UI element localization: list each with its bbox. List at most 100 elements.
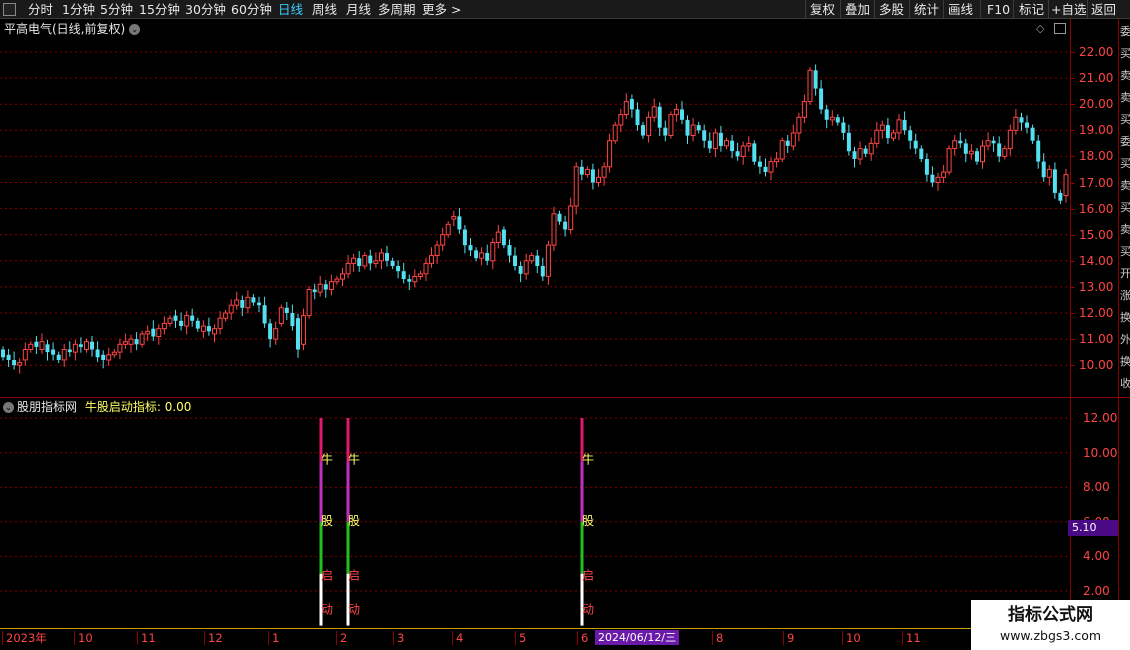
candle-body [273,328,279,340]
candle-body [763,166,768,172]
candle [757,155,762,174]
candle-body [17,362,23,366]
quote-side-char: 卖 [1120,179,1130,192]
candle [128,334,134,353]
price-tick-label: 15.00 [1079,227,1114,242]
price-tick-label: 13.00 [1079,279,1114,294]
candle [195,317,200,332]
candle [879,120,885,139]
candle-body [857,148,863,160]
signal-char: 牛 [321,451,333,466]
candle [323,279,328,298]
candle-body [696,125,701,131]
candle-body [968,150,974,155]
candle [39,333,45,354]
main-grid [0,51,1070,366]
candle [919,145,924,163]
candle-body [612,124,618,142]
chevron-down-icon[interactable]: ⌄ [3,402,14,413]
indicator-side-strip [1118,398,1130,628]
candle-body [746,142,752,147]
candle-body [78,344,83,347]
indicator-grid [0,417,1070,592]
candle [179,312,184,331]
candle [412,269,418,288]
indicator-marker-label: 5.10 [1068,520,1118,536]
candle [268,319,273,348]
pane-divider[interactable] [0,397,1130,398]
candle-body [284,307,289,313]
candle-body [651,106,657,118]
candle-body [513,255,517,266]
price-tick-label: 14.00 [1079,253,1114,268]
candle-body [680,109,684,120]
chart-canvas: 牛股启动牛股启动牛股启动 [0,51,1070,626]
candle-body [257,302,261,306]
candle [474,247,479,262]
candle [997,136,1002,163]
candle [885,118,890,144]
indicator-axis: 12.0010.008.006.004.002.00 [1070,398,1118,628]
candle [296,313,300,358]
candle [490,238,496,270]
candle-body [72,343,78,353]
signal-char: 动 [321,603,333,617]
candle [200,320,206,339]
quote-side-char: 卖 [1120,91,1130,104]
candle [262,296,267,328]
candle [417,270,423,280]
date-tick-label: 11 [137,631,156,645]
candle-body [1063,174,1069,197]
candle-body [217,317,223,330]
candle [1019,112,1024,131]
candle-body [819,88,824,110]
candle [390,257,395,270]
candle [724,137,729,150]
candle-body [179,320,184,326]
candle [807,67,813,105]
signal-char: 动 [582,603,594,617]
quote-side-char: 委 [1120,25,1130,38]
candle [568,197,574,234]
candle-body [262,305,267,324]
candle-body [668,114,674,136]
candle-body [813,70,818,89]
candle-body [134,339,139,345]
candle [563,215,568,237]
candle [507,239,512,263]
signal-segment [580,461,584,522]
candle [696,121,701,134]
candle-body [156,328,162,338]
candle [623,93,629,120]
candle [257,296,261,313]
candle-body [507,245,512,256]
candle-body [429,255,434,264]
candle [813,64,818,96]
candle [852,146,857,168]
price-tick-label: 17.00 [1079,175,1114,190]
candle-body [980,145,985,163]
price-tick-label: 21.00 [1079,71,1114,86]
candle [440,227,446,251]
candle [529,252,535,264]
candle [306,286,312,319]
candle-body [457,216,462,230]
candle-body [128,338,134,345]
candle [228,299,234,320]
candle-body [56,354,61,360]
quote-side-char: 买 [1120,201,1130,214]
candle [485,244,490,266]
candle [373,252,379,268]
candle-body [557,213,562,222]
candle [824,105,829,129]
candle-body [891,132,896,139]
price-tick-label: 11.00 [1079,332,1114,347]
candle [958,132,963,148]
candle-body [712,132,718,150]
signal-char: 股 [348,514,360,528]
candle [941,165,947,183]
signal-segment [346,521,350,574]
signal-segment [580,521,584,574]
signal-bar: 牛股启动 [580,418,594,626]
candle-body [963,143,968,154]
